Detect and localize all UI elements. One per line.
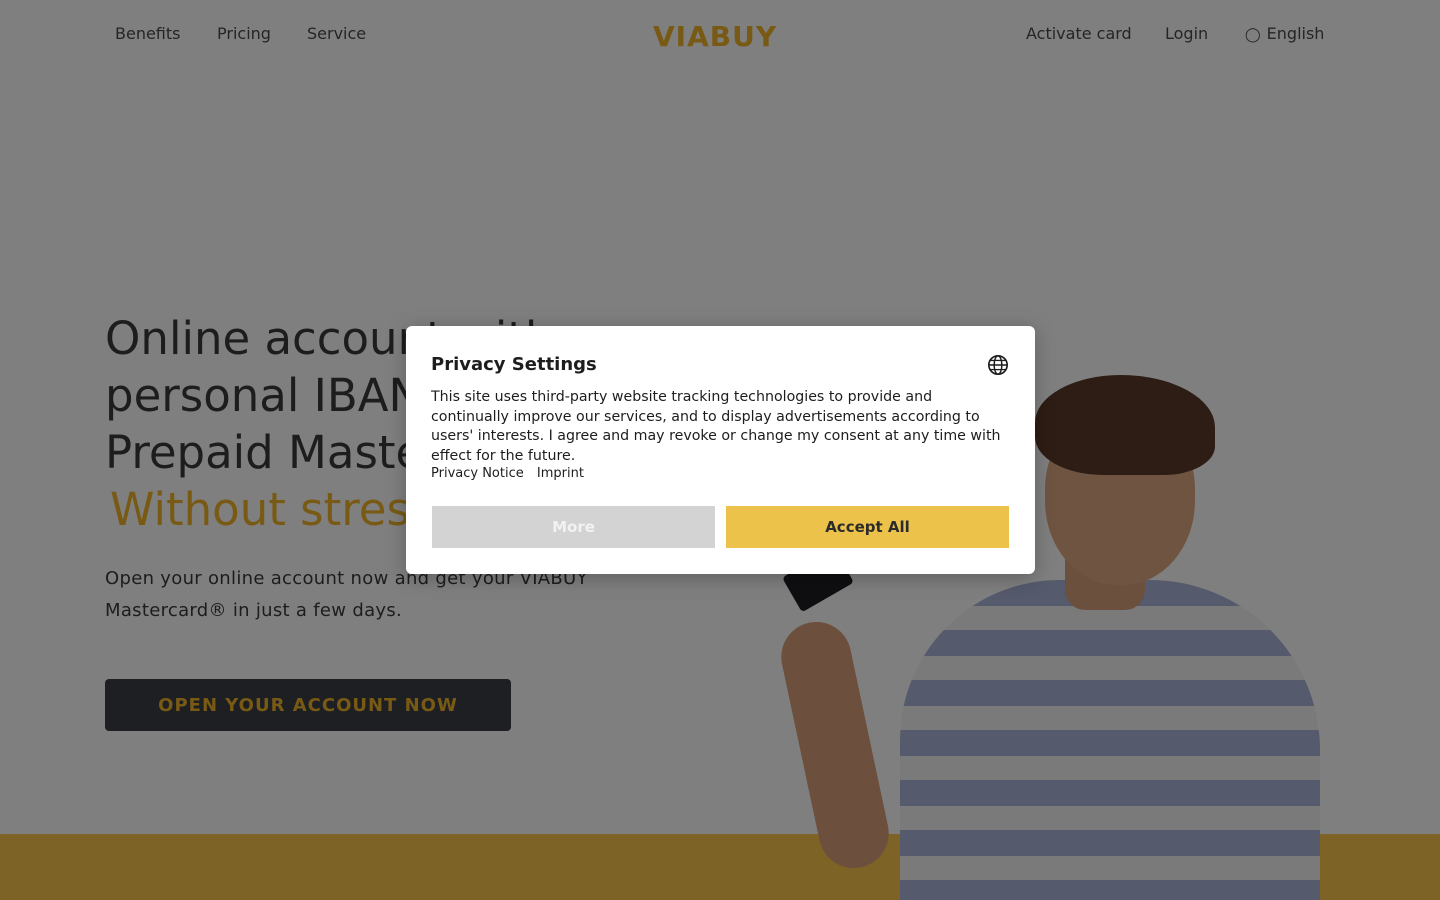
privacy-settings-dialog: Privacy Settings This site uses third-pa… [406,326,1035,574]
more-button[interactable]: More [432,506,715,548]
dialog-links: Privacy Notice Imprint [431,466,593,481]
privacy-notice-link[interactable]: Privacy Notice [431,466,524,481]
accept-all-button[interactable]: Accept All [726,506,1009,548]
imprint-link[interactable]: Imprint [537,466,584,481]
globe-icon[interactable] [987,354,1009,376]
dialog-body-text: This site uses third-party website track… [431,389,1001,464]
dialog-title: Privacy Settings [431,354,597,375]
